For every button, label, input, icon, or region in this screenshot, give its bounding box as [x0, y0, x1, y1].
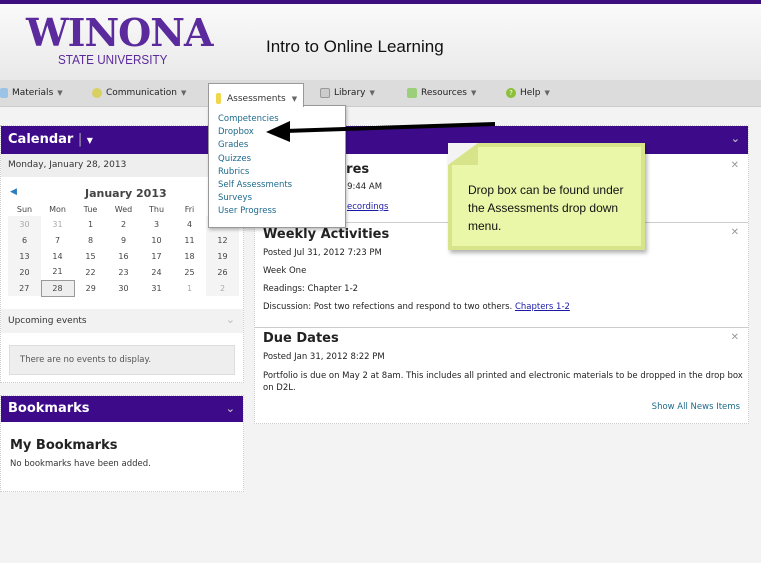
annotation-arrow [266, 121, 496, 142]
arrow-shaft [284, 122, 496, 133]
arrow-head-icon [266, 121, 290, 142]
